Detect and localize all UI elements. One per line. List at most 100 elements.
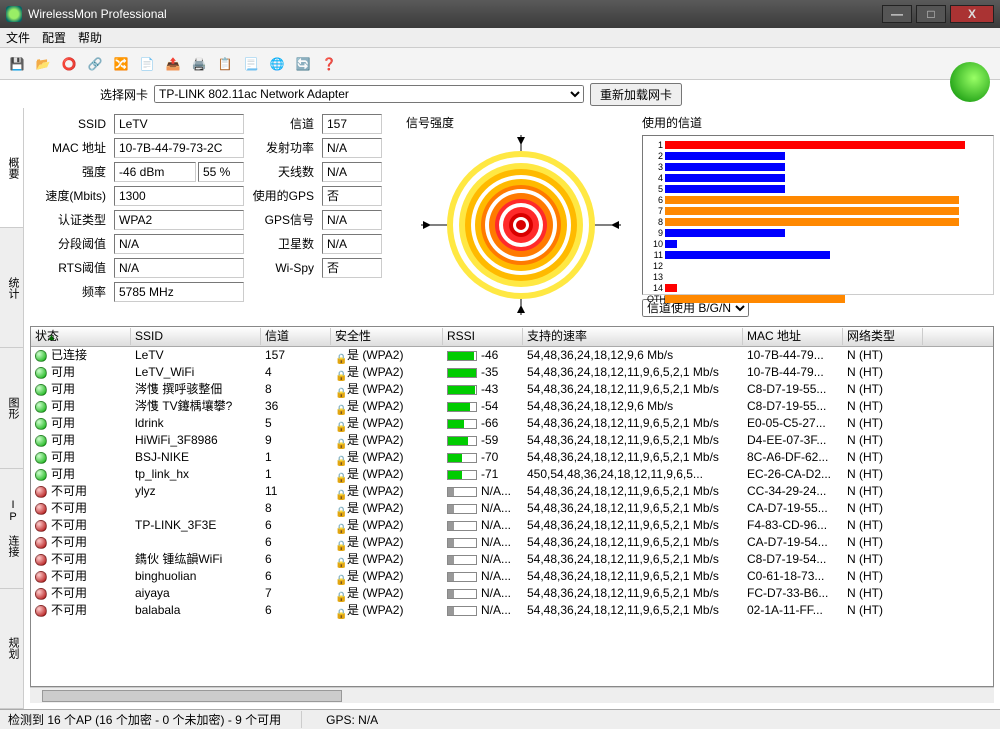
rssi-bar	[447, 589, 477, 599]
rssi-bar	[447, 436, 477, 446]
col-rates[interactable]: 支持的速率	[523, 328, 743, 345]
lock-icon	[335, 350, 345, 362]
sort-indicator-icon: ▲	[47, 329, 56, 345]
refresh-icon[interactable]: 🔄	[292, 53, 314, 75]
table-row[interactable]: 可用 tp_link_hx 1 是 (WPA2) -71 450,54,48,3…	[31, 466, 993, 483]
side-tabs: 概要 统计 图形 IP 连接 规划	[0, 108, 24, 709]
col-type[interactable]: 网络类型	[843, 328, 923, 345]
lock-icon	[335, 452, 345, 464]
table-row[interactable]: 可用 ldrink 5 是 (WPA2) -66 54,48,36,24,18,…	[31, 415, 993, 432]
reload-adapter-button[interactable]: 重新加载网卡	[590, 83, 682, 106]
table-row[interactable]: 可用 LeTV_WiFi 4 是 (WPA2) -35 54,48,36,24,…	[31, 364, 993, 381]
lock-icon	[335, 588, 345, 600]
col-mac[interactable]: MAC 地址	[743, 328, 843, 345]
maximize-button[interactable]: □	[916, 5, 946, 23]
val-channel: 157	[322, 114, 382, 134]
status-dot-icon	[35, 503, 47, 515]
rssi-bar	[447, 402, 477, 412]
table-body[interactable]: 已连接 LeTV 157 是 (WPA2) -46 54,48,36,24,18…	[31, 347, 993, 686]
open-icon[interactable]: 📂	[32, 53, 54, 75]
status-aps: 检测到 16 个AP (16 个加密 - 0 个未加密) - 9 个可用	[8, 711, 302, 728]
tab-summary[interactable]: 概要	[0, 108, 23, 228]
globe-icon[interactable]: 🌐	[266, 53, 288, 75]
horizontal-scrollbar[interactable]	[30, 687, 994, 703]
toolbar: 💾 📂 ⭕ 🔗 🔀 📄 📤 🖨️ 📋 📃 🌐 🔄 ❓	[0, 48, 1000, 80]
table-row[interactable]: 不可用 8 是 (WPA2) N/A... 54,48,36,24,18,12,…	[31, 500, 993, 517]
val-ssid: LeTV	[114, 114, 244, 134]
close-button[interactable]: X	[950, 5, 994, 23]
lock-icon	[335, 435, 345, 447]
tab-plan[interactable]: 规划	[0, 589, 23, 709]
col-chan[interactable]: 信道	[261, 328, 331, 345]
help-icon[interactable]: ❓	[318, 53, 340, 75]
tab-graph[interactable]: 图形	[0, 348, 23, 468]
tab-stats[interactable]: 统计	[0, 228, 23, 348]
table-row[interactable]: 不可用 balabala 6 是 (WPA2) N/A... 54,48,36,…	[31, 602, 993, 619]
lock-icon	[335, 503, 345, 515]
lock-icon	[335, 571, 345, 583]
menu-help[interactable]: 帮助	[78, 29, 102, 46]
lock-icon	[335, 418, 345, 430]
rssi-bar	[447, 521, 477, 531]
rssi-bar	[447, 487, 477, 497]
val-wispy: 否	[322, 258, 382, 278]
status-dot-icon	[35, 452, 47, 464]
status-dot-icon	[35, 418, 47, 430]
connection-details: SSIDLeTV 信道157 MAC 地址10-7B-44-79-73-2C 发…	[30, 114, 400, 320]
col-ssid[interactable]: SSID	[131, 328, 261, 345]
print-icon[interactable]: 🖨️	[188, 53, 210, 75]
nodes-icon[interactable]: 🔀	[110, 53, 132, 75]
save-icon[interactable]: 💾	[6, 53, 28, 75]
status-dot-icon	[35, 469, 47, 481]
rssi-bar	[447, 555, 477, 565]
status-dot-icon	[35, 571, 47, 583]
list-icon[interactable]: 📃	[240, 53, 262, 75]
log-icon[interactable]: 📄	[136, 53, 158, 75]
table-row[interactable]: 可用 涔愯 TV鑳楀壤攀? 36 是 (WPA2) -54 54,48,36,2…	[31, 398, 993, 415]
menu-config[interactable]: 配置	[42, 29, 66, 46]
table-row[interactable]: 可用 BSJ-NIKE 1 是 (WPA2) -70 54,48,36,24,1…	[31, 449, 993, 466]
table-row[interactable]: 不可用 6 是 (WPA2) N/A... 54,48,36,24,18,12,…	[31, 534, 993, 551]
adapter-label: 选择网卡	[100, 86, 148, 103]
val-gps: 否	[322, 186, 382, 206]
record-icon[interactable]: ⭕	[58, 53, 80, 75]
table-row[interactable]: 已连接 LeTV 157 是 (WPA2) -46 54,48,36,24,18…	[31, 347, 993, 364]
rssi-bar	[447, 453, 477, 463]
lock-icon	[335, 384, 345, 396]
col-sec[interactable]: 安全性	[331, 328, 443, 345]
tab-ipconn[interactable]: IP 连接	[0, 469, 23, 589]
report-icon[interactable]: 📋	[214, 53, 236, 75]
table-row[interactable]: 可用 涔愯 撰呼骇整佃 8 是 (WPA2) -43 54,48,36,24,1…	[31, 381, 993, 398]
channel-usage: 使用的信道 1234567891011121314OTH 信道使用 B/G/N	[642, 114, 994, 320]
status-dot-icon	[35, 537, 47, 549]
ap-table: 状态▲ SSID 信道 安全性 RSSI 支持的速率 MAC 地址 网络类型 已…	[30, 326, 994, 687]
table-row[interactable]: 不可用 ylyz 11 是 (WPA2) N/A... 54,48,36,24,…	[31, 483, 993, 500]
adapter-select[interactable]: TP-LINK 802.11ac Network Adapter	[154, 85, 584, 103]
lock-icon	[335, 520, 345, 532]
status-dot-icon	[35, 350, 47, 362]
rssi-bar	[447, 572, 477, 582]
minimize-button[interactable]: —	[882, 5, 912, 23]
table-row[interactable]: 不可用 鐫伙 锺纮韻WiFi 6 是 (WPA2) N/A... 54,48,3…	[31, 551, 993, 568]
table-header: 状态▲ SSID 信道 安全性 RSSI 支持的速率 MAC 地址 网络类型	[31, 327, 993, 347]
status-dot-icon	[35, 367, 47, 379]
export-icon[interactable]: 📤	[162, 53, 184, 75]
lock-icon	[335, 367, 345, 379]
title-bar: WirelessMon Professional — □ X	[0, 0, 1000, 28]
col-rssi[interactable]: RSSI	[443, 328, 523, 345]
link-icon[interactable]: 🔗	[84, 53, 106, 75]
val-strength-dbm: -46 dBm	[114, 162, 196, 182]
rssi-bar	[447, 538, 477, 548]
menu-bar: 文件 配置 帮助	[0, 28, 1000, 48]
status-dot-icon	[35, 588, 47, 600]
menu-file[interactable]: 文件	[6, 29, 30, 46]
rssi-bar	[447, 385, 477, 395]
status-dot-icon	[35, 486, 47, 498]
app-icon	[6, 6, 22, 22]
table-row[interactable]: 不可用 aiyaya 7 是 (WPA2) N/A... 54,48,36,24…	[31, 585, 993, 602]
table-row[interactable]: 不可用 binghuolian 6 是 (WPA2) N/A... 54,48,…	[31, 568, 993, 585]
table-row[interactable]: 可用 HiWiFi_3F8986 9 是 (WPA2) -59 54,48,36…	[31, 432, 993, 449]
table-row[interactable]: 不可用 TP-LINK_3F3E 6 是 (WPA2) N/A... 54,48…	[31, 517, 993, 534]
val-frag: N/A	[114, 234, 244, 254]
val-strength-pct: 55 %	[198, 162, 244, 182]
